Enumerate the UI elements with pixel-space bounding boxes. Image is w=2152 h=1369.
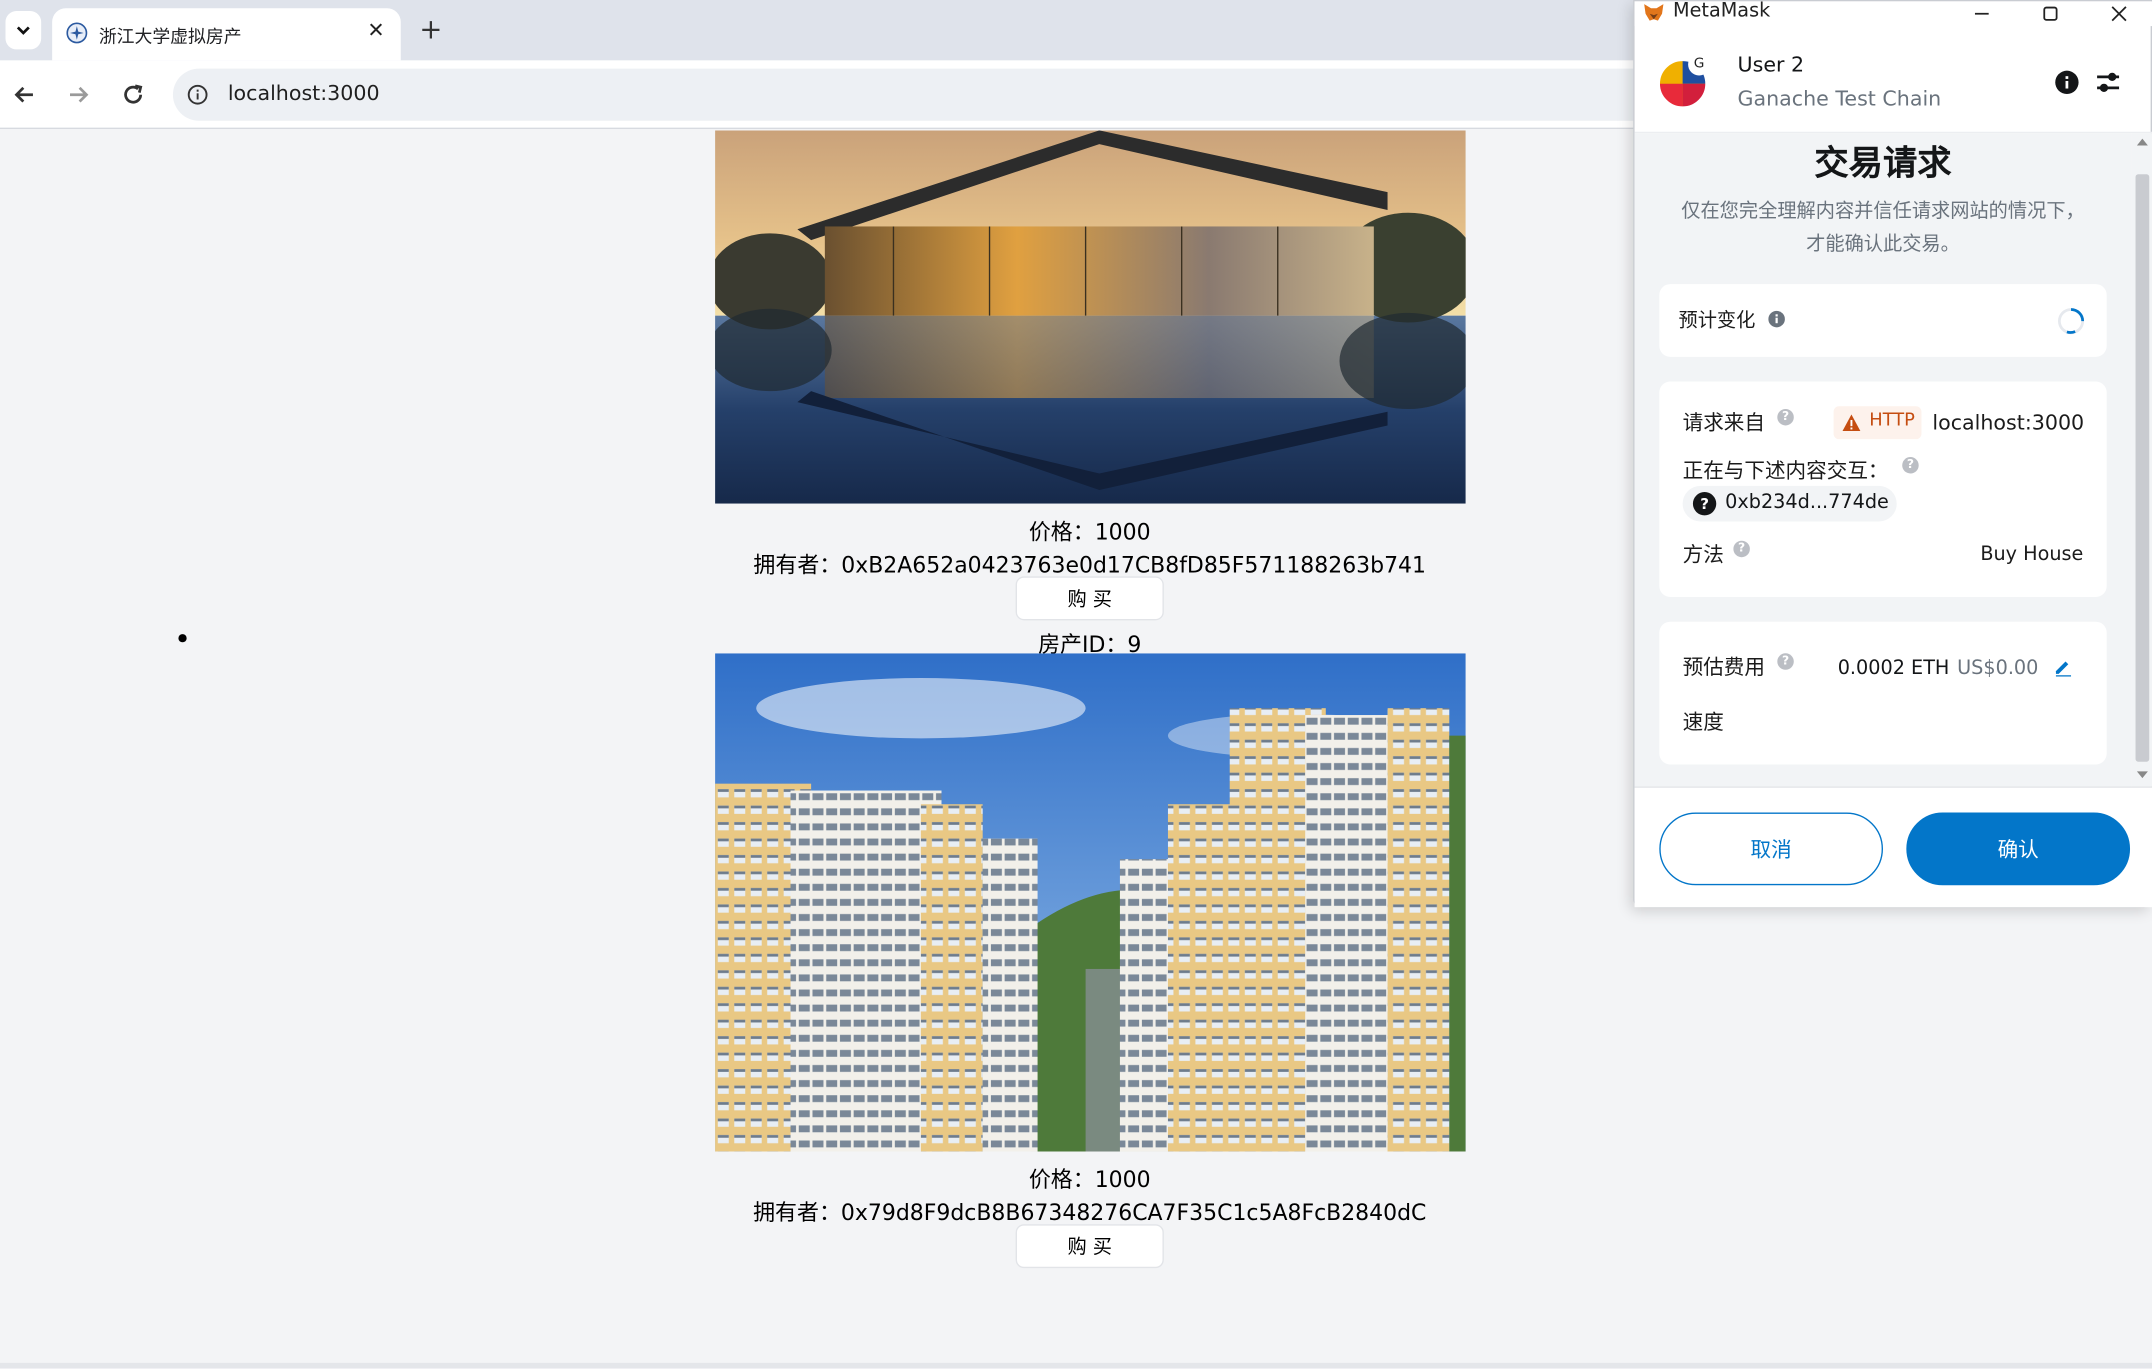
url-text[interactable]: localhost:3000 bbox=[228, 81, 380, 106]
help-icon[interactable]: ? bbox=[1902, 457, 1919, 474]
reload-icon bbox=[124, 84, 143, 104]
zju-logo-icon bbox=[66, 22, 88, 44]
method-label: 方法 bbox=[1682, 542, 1724, 567]
transaction-heading: 交易请求 bbox=[1814, 142, 1952, 183]
http-warning-badge: HTTP bbox=[1833, 406, 1922, 440]
screen: 浙江大学虚拟房产 ✕ + localhost:3000 价格：1000 拥有者：… bbox=[0, 0, 2152, 1369]
svg-text:?: ? bbox=[1700, 495, 1709, 513]
window-close-icon[interactable] bbox=[2109, 4, 2128, 23]
fee-label: 预估费用 bbox=[1682, 654, 1765, 680]
status-bar bbox=[0, 1362, 2152, 1369]
unknown-contract-icon: ? bbox=[1692, 492, 1717, 516]
network-name: Ganache Test Chain bbox=[1737, 86, 1942, 112]
fee-eth: 0.0002 ETH bbox=[1837, 657, 1950, 680]
help-icon[interactable]: ? bbox=[1733, 540, 1750, 558]
transaction-warning-line2: 才能确认此交易。 bbox=[1806, 233, 1960, 256]
listing-owner: 拥有者：0xB2A652a0423763e0d17CB8fD85F5711882… bbox=[753, 551, 1427, 578]
help-icon[interactable]: ? bbox=[1777, 653, 1794, 670]
house-image bbox=[715, 130, 1466, 504]
interacting-with-label: 正在与下述内容交互： bbox=[1682, 458, 1889, 484]
scrollbar-thumb[interactable] bbox=[2135, 174, 2150, 762]
new-tab-button[interactable]: + bbox=[417, 12, 444, 45]
method-value: Buy House bbox=[1980, 543, 2084, 566]
buy-button[interactable]: 购 买 bbox=[1015, 1224, 1164, 1269]
confirm-button[interactable]: 确认 bbox=[1906, 812, 2131, 886]
address-bar[interactable]: localhost:3000 bbox=[172, 68, 1683, 121]
account-avatar[interactable]: G bbox=[1658, 53, 1711, 108]
forward-button[interactable] bbox=[62, 78, 95, 111]
warning-triangle-icon bbox=[1842, 414, 1861, 431]
http-badge-label: HTTP bbox=[1869, 410, 1915, 431]
chevron-down-icon bbox=[16, 26, 30, 35]
contract-address: 0xb234d...774de bbox=[1725, 491, 1889, 514]
back-button[interactable] bbox=[8, 78, 41, 111]
scroll-down-icon[interactable] bbox=[2136, 770, 2150, 781]
origin-url: localhost:3000 bbox=[1932, 410, 2085, 436]
action-footer: 取消 确认 bbox=[1634, 786, 2152, 908]
loading-spinner-icon bbox=[2057, 308, 2085, 335]
metamask-fox-icon bbox=[1644, 4, 1664, 21]
listing-owner: 拥有者：0x79d8F9dcB8B67348276CA7F35C1c5A8FcB… bbox=[753, 1199, 1427, 1226]
edit-pencil-icon[interactable] bbox=[2053, 657, 2072, 677]
metamask-titlebar: MetaMask bbox=[1634, 0, 2152, 27]
request-from-label: 请求来自 bbox=[1682, 410, 1765, 436]
house-image bbox=[715, 653, 1466, 1152]
request-details-card: 请求来自 ? HTTP localhost:3000 正在与下述内容交互： ? … bbox=[1659, 381, 2107, 598]
listing-price: 价格：1000 bbox=[1028, 518, 1151, 545]
help-icon[interactable]: ? bbox=[1777, 408, 1794, 426]
arrow-right-icon bbox=[69, 86, 89, 103]
buy-button[interactable]: 购 买 bbox=[1015, 576, 1164, 621]
contract-address-pill[interactable]: ? 0xb234d...774de bbox=[1682, 485, 1897, 522]
account-name: User 2 bbox=[1737, 52, 1805, 77]
list-bullet bbox=[178, 634, 187, 643]
metamask-scrollbar[interactable] bbox=[2131, 133, 2152, 787]
transaction-warning-line1: 仅在您完全理解内容并信任请求网站的情况下， bbox=[1681, 200, 2085, 223]
settings-sliders-icon[interactable] bbox=[2094, 69, 2121, 96]
estimated-changes-card: 预计变化 bbox=[1659, 284, 2107, 357]
site-info-icon[interactable] bbox=[187, 84, 209, 106]
speed-label: 速度 bbox=[1682, 709, 1724, 735]
account-header: G User 2 Ganache Test Chain bbox=[1634, 26, 2152, 134]
metamask-window: MetaMask G User 2 Ganache Test Chain 交易请… bbox=[1633, 0, 2152, 908]
info-icon[interactable] bbox=[2055, 70, 2080, 95]
tab-search-button[interactable] bbox=[5, 10, 42, 50]
estimated-changes-label: 预计变化 bbox=[1678, 310, 1756, 333]
transaction-body: 交易请求 仅在您完全理解内容并信任请求网站的情况下， 才能确认此交易。 预计变化… bbox=[1634, 133, 2132, 787]
scroll-up-icon[interactable] bbox=[2136, 136, 2150, 147]
tab-close-icon[interactable]: ✕ bbox=[362, 16, 389, 43]
metamask-window-title: MetaMask bbox=[1673, 0, 1771, 22]
fee-card: 预估费用 ? 0.0002 ETH US$0.00 速度 bbox=[1659, 621, 2107, 765]
fee-usd: US$0.00 bbox=[1957, 657, 2039, 680]
tab-title: 浙江大学虚拟房产 bbox=[98, 27, 242, 49]
network-badge: G bbox=[1688, 53, 1711, 76]
arrow-left-icon bbox=[14, 86, 33, 103]
browser-tab[interactable]: 浙江大学虚拟房产 ✕ bbox=[52, 8, 401, 61]
listing-price: 价格：1000 bbox=[1028, 1166, 1151, 1193]
maximize-icon[interactable] bbox=[2041, 4, 2060, 23]
info-icon[interactable] bbox=[1768, 310, 1786, 328]
reload-button[interactable] bbox=[117, 78, 150, 111]
cancel-button[interactable]: 取消 bbox=[1659, 812, 1884, 886]
minimize-icon[interactable] bbox=[1972, 4, 1991, 23]
